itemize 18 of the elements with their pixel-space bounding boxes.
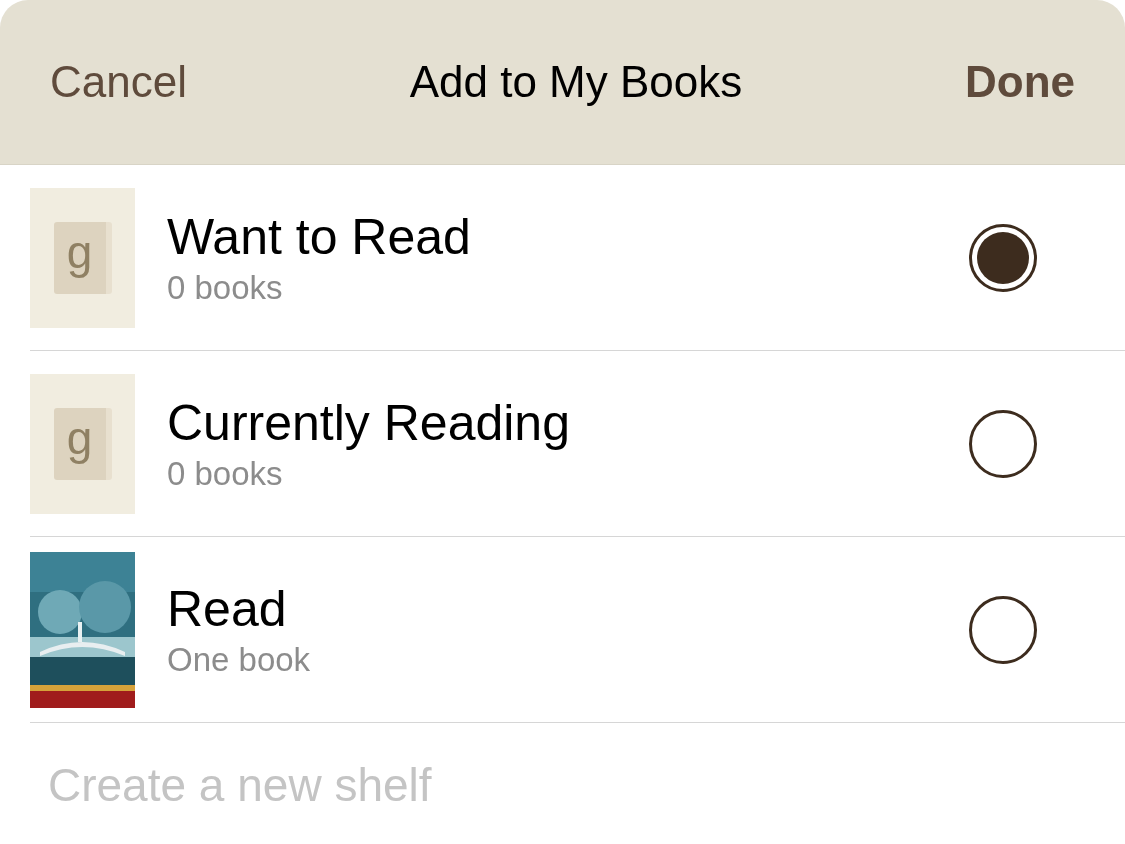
dialog-title: Add to My Books [409, 56, 743, 108]
book-icon: g [53, 407, 112, 480]
new-shelf-field[interactable]: Create a new shelf [48, 751, 948, 820]
book-count: One book [167, 639, 312, 680]
radio-button[interactable] [969, 223, 1037, 292]
shelf-row[interactable]: Read One book [30, 537, 1125, 723]
shelf-name: Currently Reading [167, 393, 571, 453]
book-icon: g [53, 221, 112, 294]
shelf-name: Read [167, 579, 288, 639]
cancel-button[interactable]: Cancel [50, 49, 187, 115]
shelf-row[interactable]: g Currently Reading 0 books [30, 351, 1125, 537]
shelf-name: Want to Read [167, 207, 472, 267]
done-button[interactable]: Done [965, 49, 1075, 115]
shelf-row[interactable]: g Want to Read 0 books [30, 165, 1125, 351]
radio-button[interactable] [969, 409, 1037, 478]
book-count: 0 books [167, 453, 284, 494]
book-count: 0 books [167, 267, 284, 308]
radio-button[interactable] [969, 595, 1037, 664]
